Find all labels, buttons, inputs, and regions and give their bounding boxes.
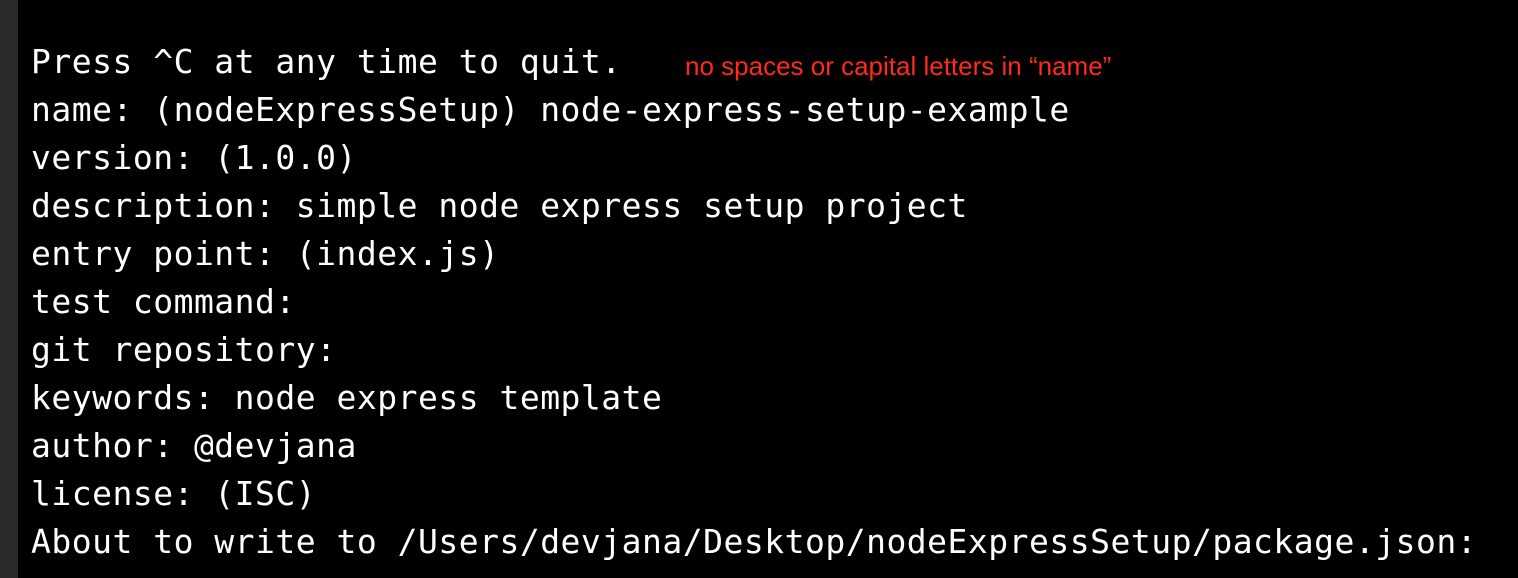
terminal-line-license: license: (ISC): [31, 474, 317, 513]
annotation-note: no spaces or capital letters in “name”: [685, 51, 1112, 81]
terminal-line-write-path: About to write to /Users/devjana/Desktop…: [31, 522, 1478, 561]
terminal-line-version: version: (1.0.0): [31, 138, 357, 177]
terminal-line-test-command: test command:: [31, 282, 296, 321]
terminal-line-git-repository: git repository:: [31, 330, 337, 369]
terminal-line-author: author: @devjana: [31, 426, 357, 465]
terminal-lines: Press ^C at any time to quit. name: (nod…: [31, 38, 1477, 566]
window-left-edge: [0, 0, 18, 578]
terminal-line-keywords: keywords: node express template: [31, 378, 663, 417]
terminal-line-description: description: simple node express setup p…: [31, 186, 968, 225]
terminal-line-entry-point: entry point: (index.js): [31, 234, 500, 273]
terminal-output[interactable]: Press ^C at any time to quit. name: (nod…: [18, 0, 1518, 578]
terminal-line-name: name: (nodeExpressSetup) node-express-se…: [31, 90, 1070, 129]
